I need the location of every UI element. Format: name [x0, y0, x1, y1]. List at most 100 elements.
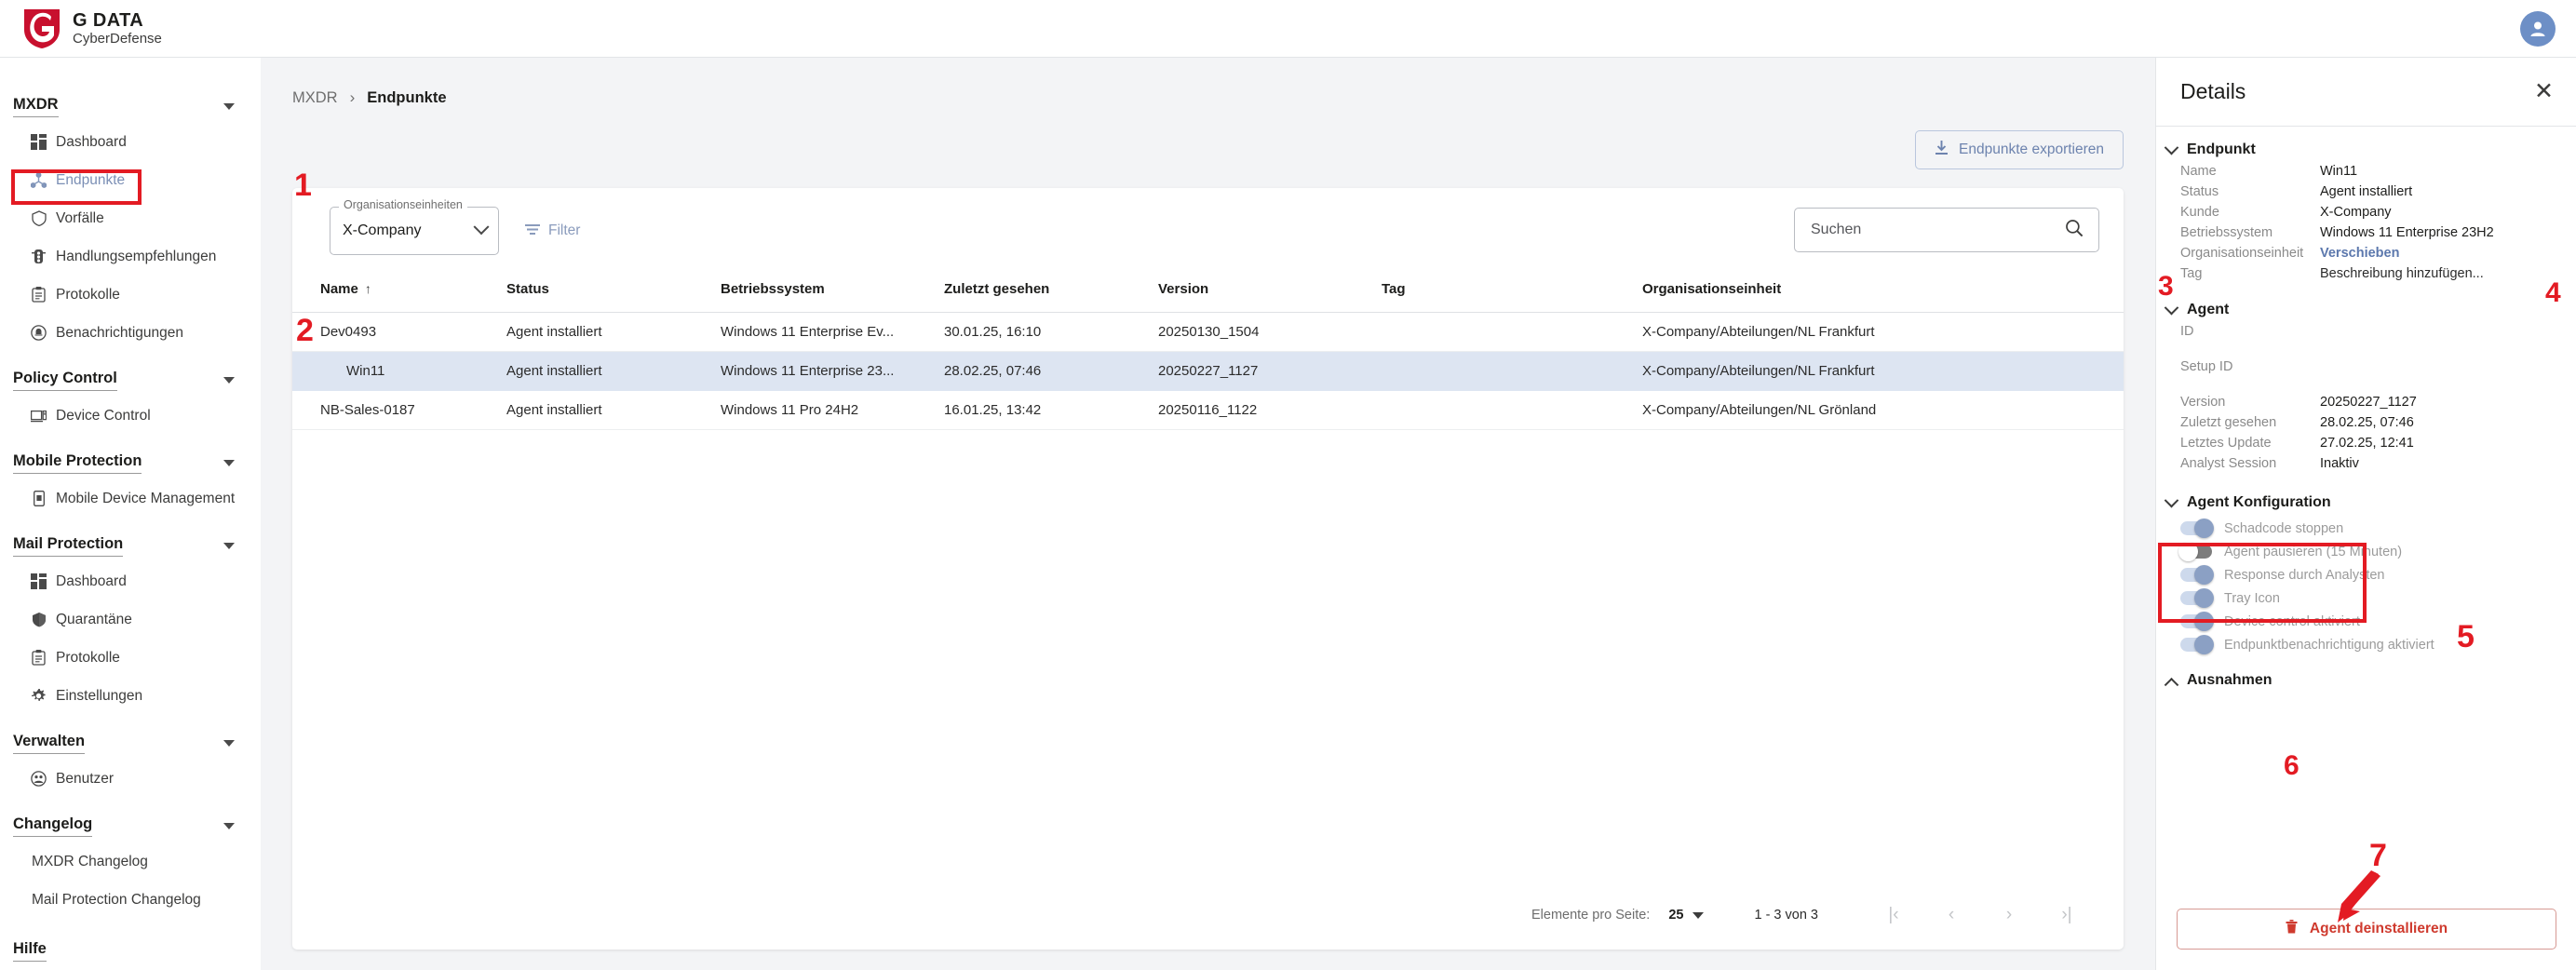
- cell-tag: [1382, 390, 1642, 430]
- table-row[interactable]: NB-Sales-0187 Agent installiert Windows …: [292, 390, 2124, 430]
- column-header-org-unit[interactable]: Organisationseinheit: [1642, 274, 2124, 313]
- column-header-tag[interactable]: Tag: [1382, 274, 1642, 313]
- toggle-label: Schadcode stoppen: [2224, 520, 2344, 536]
- table-row-selected[interactable]: Win11 Agent installiert Windows 11 Enter…: [292, 351, 2124, 391]
- field-setup-id: Setup ID: [2156, 359, 2576, 395]
- toggle-label: Tray Icon: [2224, 590, 2280, 606]
- table-row[interactable]: Dev0493 Agent installiert Windows 11 Ent…: [292, 312, 2124, 352]
- sidebar-item-device-control[interactable]: Device Control: [0, 397, 261, 435]
- sidebar-item-label: Protokolle: [56, 286, 120, 303]
- sidebar-group-verwalten[interactable]: Verwalten: [0, 726, 261, 760]
- brand-logo[interactable]: G DATA CyberDefense: [22, 7, 162, 50]
- toggle-switch[interactable]: [2180, 612, 2214, 631]
- field-key: Status: [2180, 184, 2219, 199]
- sidebar-group-mxdr[interactable]: MXDR: [0, 89, 261, 123]
- filter-button[interactable]: Filter: [525, 222, 580, 240]
- field-key: Betriebssystem: [2180, 225, 2273, 240]
- next-page-button[interactable]: ›: [1980, 905, 2038, 925]
- column-header-status[interactable]: Status: [506, 274, 721, 313]
- table-toolbar: X-Company Organisationseinheiten Filter …: [292, 188, 2124, 274]
- users-icon: [30, 770, 47, 788]
- sidebar-item-benachrichtigungen[interactable]: Benachrichtigungen: [0, 314, 261, 352]
- toggle-switch[interactable]: [2180, 565, 2214, 585]
- org-unit-select[interactable]: X-Company Organisationseinheiten: [330, 198, 499, 255]
- toggle-device-control[interactable]: Device control aktiviert: [2156, 610, 2576, 633]
- cell-org-unit: X-Company/Abteilungen/NL Frankfurt: [1642, 351, 2124, 391]
- annotation-marker-5: 5: [2457, 619, 2475, 654]
- sidebar-item-protokolle[interactable]: Protokolle: [0, 276, 261, 314]
- toggle-switch[interactable]: [2178, 542, 2212, 561]
- section-agent-header[interactable]: Agent: [2156, 287, 2576, 324]
- items-per-page-select[interactable]: 25: [1668, 908, 1705, 923]
- section-agent-konfiguration-header[interactable]: Agent Konfiguration: [2156, 477, 2576, 517]
- sidebar-item-vorfaelle[interactable]: Vorfälle: [0, 199, 261, 237]
- toggle-tray-icon[interactable]: Tray Icon: [2156, 586, 2576, 610]
- sidebar-group-hilfe[interactable]: Hilfe: [0, 934, 261, 967]
- toggle-endpunktbenachrichtigung[interactable]: Endpunktbenachrichtigung aktiviert: [2156, 633, 2576, 656]
- sidebar-item-endpunkte[interactable]: Endpunkte: [0, 161, 261, 199]
- endpoints-card: X-Company Organisationseinheiten Filter …: [292, 188, 2124, 950]
- column-header-name[interactable]: Name ↑: [292, 274, 506, 313]
- mobile-icon: [30, 490, 47, 507]
- toggle-schadcode-stoppen[interactable]: Schadcode stoppen: [2156, 517, 2576, 540]
- sidebar-group-mobile-protection[interactable]: Mobile Protection: [0, 446, 261, 479]
- sidebar-item-mail-protokolle[interactable]: Protokolle: [0, 639, 261, 677]
- field-key: Tag: [2180, 266, 2203, 281]
- export-endpoints-button[interactable]: Endpunkte exportieren: [1915, 130, 2124, 169]
- sidebar-item-mobile-device-management[interactable]: Mobile Device Management: [0, 479, 261, 518]
- toggle-switch[interactable]: [2180, 588, 2214, 608]
- field-tag: Tag Beschreibung hinzufügen...: [2156, 266, 2576, 287]
- column-header-last-seen[interactable]: Zuletzt gesehen: [944, 274, 1158, 313]
- search-input[interactable]: Suchen: [1794, 208, 2099, 252]
- toggle-agent-pausieren[interactable]: Agent pausieren (15 Minuten): [2156, 540, 2576, 563]
- sidebar-group-policy-control[interactable]: Policy Control: [0, 363, 261, 397]
- sidebar-item-label: Mobile Device Management: [56, 490, 236, 506]
- field-value: Inaktiv: [2320, 456, 2359, 471]
- sidebar-item-mail-protection-changelog[interactable]: Mail Protection Changelog: [0, 881, 261, 919]
- dashboard-icon: [30, 133, 47, 151]
- field-value: Win11: [2320, 164, 2358, 179]
- cell-name: Dev0493: [292, 312, 506, 352]
- sidebar-item-label: Protokolle: [56, 649, 120, 666]
- annotation-marker-6: 6: [2284, 750, 2300, 781]
- chevron-down-icon: [2164, 140, 2179, 155]
- sidebar-item-einstellungen[interactable]: Einstellungen: [0, 677, 261, 715]
- sidebar-item-label: Dashboard: [56, 133, 127, 150]
- column-header-os[interactable]: Betriebssystem: [721, 274, 944, 313]
- first-page-button[interactable]: |‹: [1865, 905, 1922, 925]
- chevron-down-icon: [223, 542, 235, 549]
- sidebar-item-quarantaene[interactable]: Quarantäne: [0, 600, 261, 639]
- column-header-version[interactable]: Version: [1158, 274, 1382, 313]
- cell-status: Agent installiert: [506, 312, 721, 352]
- clipboard-icon: [30, 649, 47, 667]
- add-tag-field[interactable]: Beschreibung hinzufügen...: [2320, 266, 2484, 281]
- annotation-arrow-7: [2338, 870, 2380, 923]
- sidebar-item-dashboard[interactable]: Dashboard: [0, 123, 261, 161]
- sidebar-item-handlungsempfehlungen[interactable]: Handlungsempfehlungen: [0, 237, 261, 276]
- close-icon[interactable]: ✕: [2534, 80, 2554, 103]
- sidebar-item-benutzer[interactable]: Benutzer: [0, 760, 261, 798]
- section-ausnahmen-header[interactable]: Ausnahmen: [2156, 656, 2576, 694]
- avatar[interactable]: [2520, 10, 2556, 47]
- field-value: 28.02.25, 07:46: [2320, 415, 2414, 430]
- sidebar-group-changelog[interactable]: Changelog: [0, 809, 261, 842]
- cell-name-text: Win11: [346, 363, 385, 379]
- move-org-unit-link[interactable]: Verschieben: [2320, 246, 2399, 261]
- sidebar-group-mail-protection[interactable]: Mail Protection: [0, 529, 261, 562]
- toggle-switch[interactable]: [2180, 635, 2214, 654]
- breadcrumb-root[interactable]: MXDR: [292, 89, 338, 107]
- toggle-switch[interactable]: [2180, 519, 2214, 538]
- prev-page-button[interactable]: ‹: [1922, 905, 1980, 925]
- chevron-down-icon: [2164, 492, 2179, 507]
- cell-tag: [1382, 312, 1642, 352]
- last-page-button[interactable]: ›|: [2038, 905, 2096, 925]
- sidebar-item-mxdr-changelog[interactable]: MXDR Changelog: [0, 842, 261, 881]
- section-endpunkt-header[interactable]: Endpunkt: [2156, 127, 2576, 164]
- sidebar-group-label: Changelog: [13, 815, 93, 837]
- toggle-response-durch-analysten[interactable]: Response durch Analysten: [2156, 563, 2576, 586]
- field-zuletzt-gesehen: Zuletzt gesehen 28.02.25, 07:46: [2156, 415, 2576, 436]
- details-header: Details ✕: [2156, 58, 2576, 127]
- sidebar-item-mail-dashboard[interactable]: Dashboard: [0, 562, 261, 600]
- field-agent-id: ID: [2156, 324, 2576, 359]
- cell-os: Windows 11 Enterprise Ev...: [721, 312, 944, 352]
